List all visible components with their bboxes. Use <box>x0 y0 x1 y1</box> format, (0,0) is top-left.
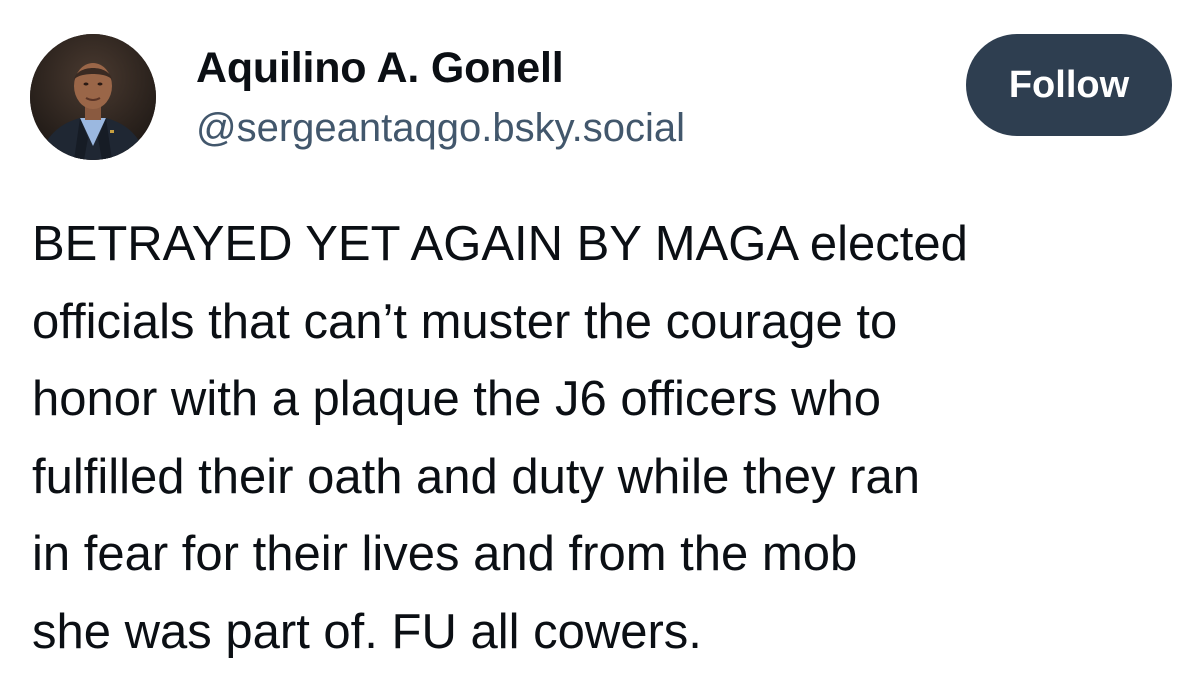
post-text-line: she was part of. FU all cowers. <box>32 604 702 659</box>
post-card: Aquilino A. Gonell @sergeantaqgo.bsky.so… <box>0 0 1197 687</box>
post-text-line: officials that can’t muster the courage … <box>32 294 898 349</box>
author-display-name[interactable]: Aquilino A. Gonell <box>196 40 685 96</box>
post-text-line: in fear for their lives and from the mob <box>32 527 858 582</box>
follow-button[interactable]: Follow <box>966 34 1172 136</box>
profile-photo-icon <box>30 34 156 160</box>
post-text-line: honor with a plaque the J6 officers who <box>32 372 881 427</box>
post-text: BETRAYED YET AGAIN BY MAGA elected offic… <box>32 206 1182 672</box>
avatar[interactable] <box>30 34 156 160</box>
post-text-line: BETRAYED YET AGAIN BY MAGA elected <box>32 217 968 271</box>
author-handle[interactable]: @sergeantaqgo.bsky.social <box>196 104 685 152</box>
post-text-line: fulfilled their oath and duty while they… <box>32 449 920 504</box>
author-info: Aquilino A. Gonell @sergeantaqgo.bsky.so… <box>196 40 685 152</box>
